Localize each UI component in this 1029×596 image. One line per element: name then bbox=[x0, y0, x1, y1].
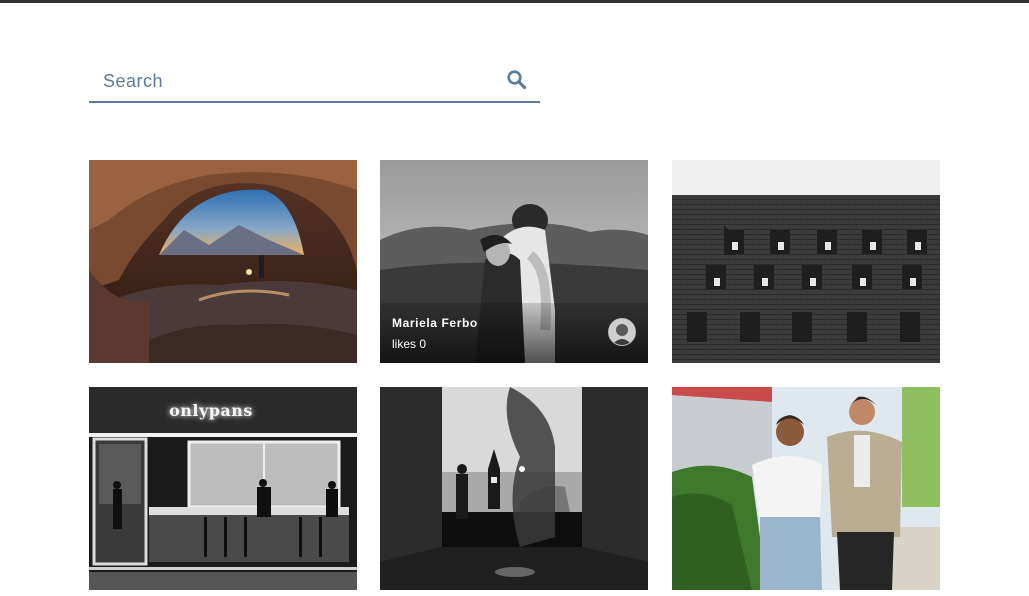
photo-author[interactable]: Mariela Ferbo bbox=[392, 316, 478, 330]
photo-big-ben-alley bbox=[380, 387, 648, 590]
photo-likes: likes 0 bbox=[392, 337, 427, 351]
search-input[interactable] bbox=[89, 64, 489, 98]
photo-two-women bbox=[672, 387, 940, 590]
photo-card[interactable] bbox=[89, 160, 357, 363]
photo-roof-dormers bbox=[672, 160, 940, 363]
photo-card[interactable]: onlypans bbox=[89, 387, 357, 590]
shop-sign: onlypans bbox=[169, 401, 253, 420]
photo-desert-arch bbox=[89, 160, 357, 363]
avatar[interactable] bbox=[608, 318, 636, 346]
top-bar bbox=[0, 0, 1029, 3]
photo-card[interactable] bbox=[672, 160, 940, 363]
search-bar bbox=[89, 64, 540, 103]
photo-card[interactable]: Mariela Ferbo likes 0 bbox=[380, 160, 648, 363]
photo-card[interactable] bbox=[380, 387, 648, 590]
photo-card[interactable] bbox=[672, 387, 940, 590]
search-icon[interactable] bbox=[506, 69, 528, 91]
